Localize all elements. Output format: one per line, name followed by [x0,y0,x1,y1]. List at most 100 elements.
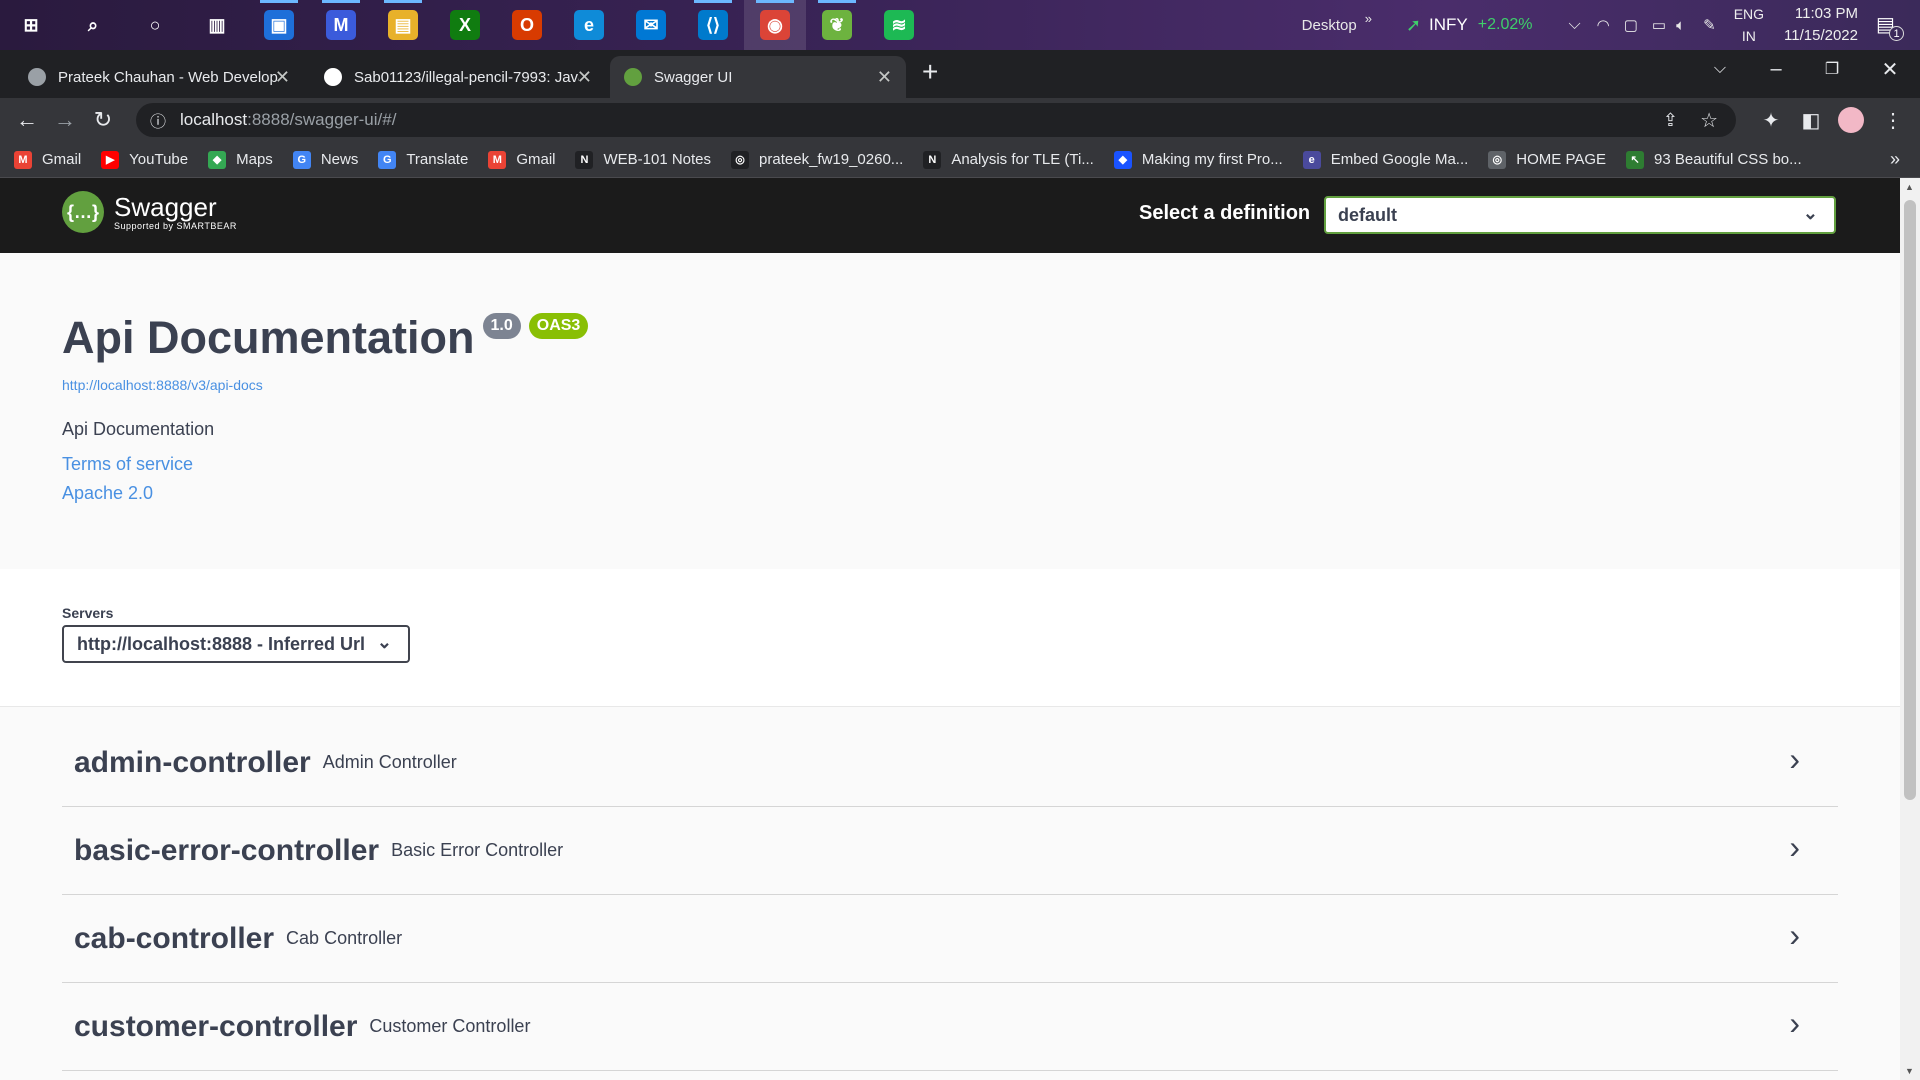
controller-tag-basic-error[interactable]: basic-error-controller Basic Error Contr… [62,807,1838,895]
controller-description: Basic Error Controller [391,840,564,860]
vscode-icon: ⟨⟩ [698,10,728,40]
tab-close-icon[interactable]: ✕ [275,67,290,88]
page-scrollbar[interactable]: ▲ ▼ [1900,178,1920,1080]
chevron-down-icon: ⌄ [1802,203,1818,223]
side-panel-icon[interactable]: ◧ [1792,101,1830,139]
task-view-taskbar-button[interactable]: ▥ [186,0,248,50]
server-select[interactable]: http://localhost:8888 - Inferred Url ⌄ [62,625,410,663]
bookmark-item[interactable]: ◆ Maps [208,150,273,169]
controller-tag-cab[interactable]: cab-controller Cab Controller › [62,895,1838,983]
bookmark-item[interactable]: ▶ YouTube [101,150,188,169]
bookmark-item[interactable]: ◎ HOME PAGE [1488,150,1606,169]
chevron-right-icon[interactable]: › [1789,1005,1800,1042]
bookmark-item[interactable]: M Gmail [14,150,81,169]
bookmark-item[interactable]: N WEB-101 Notes [575,150,711,169]
tab-search-icon[interactable]: ⌵ [1700,54,1740,84]
bookmark-star-icon[interactable]: ☆ [1700,108,1718,133]
chrome-menu-icon[interactable]: ⋮ [1874,101,1912,139]
display-icon[interactable]: ▢ [1624,16,1638,34]
search-taskbar-button[interactable]: ⌕ [62,0,124,50]
scrollbar-thumb[interactable] [1904,200,1916,800]
bookmark-favicon-icon: ↖ [1626,150,1645,169]
clock[interactable]: 11:03 PM 11/15/2022 [1784,3,1858,47]
tab-close-icon[interactable]: ✕ [577,67,592,88]
profile-avatar[interactable] [1832,101,1870,139]
pen-icon[interactable]: ✎ [1703,16,1716,34]
bookmark-favicon-icon: ◆ [208,150,227,169]
swagger-logo[interactable]: {…} Swagger Supported by SMARTBEAR [62,191,237,233]
bookmark-label: Embed Google Ma... [1330,151,1469,168]
chevron-right-icon[interactable]: › [1789,917,1800,954]
desktop-toolbar-label[interactable]: Desktop [1302,17,1357,34]
bookmark-item[interactable]: G Translate [378,150,468,169]
browser-toolbar: ← → ↻ ⓘ localhost:8888/swagger-ui/#/ ⇪ ☆… [0,98,1920,142]
window-app-icon: ▣ [264,10,294,40]
office-taskbar-button[interactable]: O [496,0,558,50]
bookmark-label: Gmail [516,151,556,168]
bookmark-favicon-icon: ◆ [1113,150,1132,169]
windows-start-taskbar-button[interactable]: ⊞ [0,0,62,50]
more-bookmarks-icon[interactable]: » [1890,149,1900,170]
bookmark-item[interactable]: ◎ prateek_fw19_0260... [731,150,903,169]
chevron-up-icon[interactable]: ⌵ [1568,16,1580,34]
license-link[interactable]: Apache 2.0 [62,483,1900,504]
bookmark-item[interactable]: M Gmail [488,150,556,169]
scroll-down-icon[interactable]: ▼ [1905,1066,1914,1076]
bookmark-item[interactable]: ◆ Making my first Pro... [1113,150,1283,169]
notification-center-button[interactable]: ▤ 1 [1876,12,1904,41]
pen-app-taskbar-button[interactable]: M [310,0,372,50]
minimize-button[interactable]: – [1756,54,1796,84]
servers-section: Servers http://localhost:8888 - Inferred… [0,569,1900,707]
cortana-taskbar-button[interactable]: ○ [124,0,186,50]
restore-button[interactable]: ❐ [1812,54,1852,84]
address-bar[interactable]: ⓘ localhost:8888/swagger-ui/#/ ⇪ ☆ [136,103,1736,137]
file-explorer-taskbar-button[interactable]: ▤ [372,0,434,50]
site-info-icon[interactable]: ⓘ [150,108,166,132]
edge-taskbar-button[interactable]: e [558,0,620,50]
browser-tab[interactable]: Prateek Chauhan - Web Developer ✕ [14,56,304,98]
api-description: Api Documentation [62,419,215,439]
api-docs-link[interactable]: http://localhost:8888/v3/api-docs [62,377,1900,393]
controller-tag-customer[interactable]: customer-controller Customer Controller … [62,983,1838,1071]
toolbar-expand-icon[interactable]: » [1365,11,1372,26]
spotify-taskbar-button[interactable]: ≋ [868,0,930,50]
chrome-taskbar-button[interactable]: ◉ [744,0,806,50]
close-window-button[interactable]: ✕ [1870,54,1910,84]
controller-name: customer-controller [74,1009,358,1043]
bookmark-item[interactable]: N Analysis for TLE (Ti... [923,150,1094,169]
extensions-icon[interactable]: ✦ [1752,101,1790,139]
bookmark-item[interactable]: e Embed Google Ma... [1302,150,1469,169]
forward-button[interactable]: → [46,101,84,139]
battery-icon[interactable]: ▭ [1652,16,1666,34]
mail-taskbar-button[interactable]: ✉ [620,0,682,50]
volume-icon[interactable]: 🔈︎ [1676,17,1685,34]
vscode-taskbar-button[interactable]: ⟨⟩ [682,0,744,50]
share-icon[interactable]: ⇪ [1663,110,1678,131]
reload-button[interactable]: ↻ [84,101,122,139]
back-button[interactable]: ← [8,101,46,139]
spring-taskbar-button[interactable]: ❦ [806,0,868,50]
stock-widget[interactable]: ➚ INFY +2.02% [1406,15,1533,36]
bookmark-favicon-icon: e [1302,150,1321,169]
tab-close-icon[interactable]: ✕ [877,67,892,88]
bookmark-label: 93 Beautiful CSS bo... [1654,151,1802,168]
wifi-icon[interactable]: ◠ [1597,16,1610,34]
bookmark-favicon-icon: N [923,150,942,169]
definition-select[interactable]: default ⌄ [1324,196,1836,234]
browser-tab[interactable]: Sab01123/illegal-pencil-7993: Java ✕ [310,56,606,98]
scroll-up-icon[interactable]: ▲ [1905,182,1914,192]
bookmark-item[interactable]: G News [292,150,358,169]
xbox-taskbar-button[interactable]: X [434,0,496,50]
bookmark-item[interactable]: ↖ 93 Beautiful CSS bo... [1626,150,1802,169]
new-tab-button[interactable]: + [922,56,938,88]
language-indicator[interactable]: ENG IN [1734,3,1764,47]
browser-tab-active[interactable]: Swagger UI ✕ [610,56,906,98]
office-icon: O [512,10,542,40]
bookmark-favicon-icon: G [292,150,311,169]
chevron-right-icon[interactable]: › [1789,829,1800,866]
window-app-taskbar-button[interactable]: ▣ [248,0,310,50]
terms-of-service-link[interactable]: Terms of service [62,454,1900,475]
language-code: ENG [1733,6,1765,22]
chevron-right-icon[interactable]: › [1789,741,1800,778]
controller-tag-admin[interactable]: admin-controller Admin Controller › [62,719,1838,807]
